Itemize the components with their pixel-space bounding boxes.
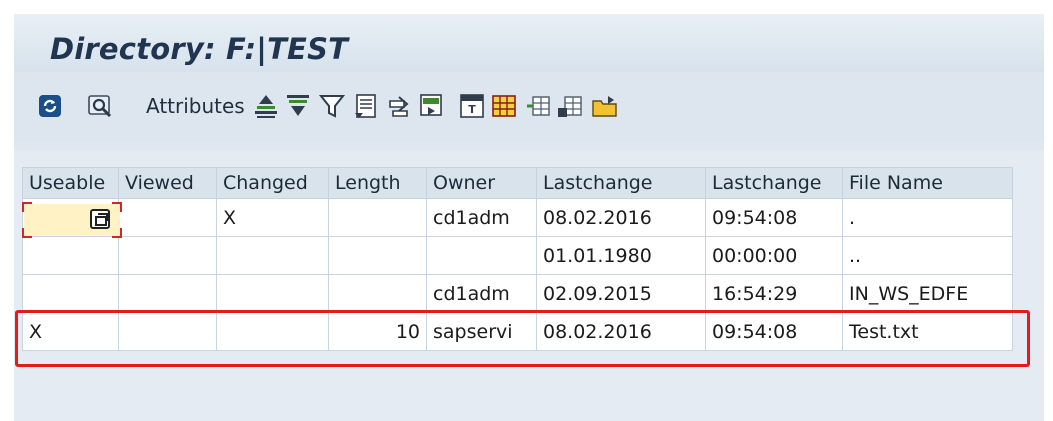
print-preview-button[interactable] bbox=[418, 92, 446, 120]
print-preview-icon bbox=[420, 94, 442, 116]
cell-changed[interactable] bbox=[216, 236, 329, 275]
cell-file-name[interactable]: . bbox=[842, 198, 1013, 237]
cell-file-name[interactable]: IN_WS_EDFE bbox=[842, 274, 1013, 313]
cell-file-name[interactable]: .. bbox=[842, 236, 1013, 275]
svg-text:T: T bbox=[468, 103, 476, 116]
cell-lastchange-date[interactable]: 08.02.2016 bbox=[536, 198, 706, 237]
column-header-changed[interactable]: Changed bbox=[216, 167, 329, 199]
change-layout-button[interactable] bbox=[524, 92, 552, 120]
column-header-lastchange-date[interactable]: Lastchange bbox=[536, 167, 706, 199]
column-header-useable[interactable]: Useable bbox=[22, 167, 119, 199]
table-header-row: Useable Viewed Changed Length Owner Last… bbox=[22, 167, 1013, 199]
select-layout-icon bbox=[492, 95, 516, 117]
select-layout-button[interactable] bbox=[490, 92, 518, 120]
cell-owner[interactable]: cd1adm bbox=[426, 198, 537, 237]
print-icon: T bbox=[460, 94, 484, 118]
cell-viewed[interactable] bbox=[118, 236, 217, 275]
save-layout-button[interactable] bbox=[556, 92, 584, 120]
cell-lastchange-date[interactable]: 02.09.2015 bbox=[536, 274, 706, 313]
cell-length[interactable] bbox=[328, 236, 427, 275]
cell-useable[interactable] bbox=[22, 236, 119, 275]
column-header-viewed[interactable]: Viewed bbox=[118, 167, 217, 199]
total-button[interactable] bbox=[352, 92, 380, 120]
value-help-icon[interactable] bbox=[90, 209, 110, 229]
change-layout-icon bbox=[527, 96, 550, 116]
cell-lastchange-time[interactable]: 00:00:00 bbox=[705, 236, 843, 275]
cell-owner[interactable]: cd1adm bbox=[426, 274, 537, 313]
useable-input-cell[interactable] bbox=[22, 202, 122, 238]
column-header-owner[interactable]: Owner bbox=[426, 167, 537, 199]
table-row[interactable]: cd1adm 02.09.2015 16:54:29 IN_WS_EDFE bbox=[22, 274, 1013, 313]
save-layout-icon bbox=[558, 96, 582, 117]
cell-useable[interactable] bbox=[22, 274, 119, 313]
filter-icon bbox=[319, 95, 345, 118]
window-title: Directory: F:|TEST bbox=[50, 32, 349, 66]
cell-owner[interactable] bbox=[426, 236, 537, 275]
refresh-button[interactable] bbox=[36, 92, 64, 120]
sort-ascending-button[interactable] bbox=[252, 92, 280, 120]
sort-descending-button[interactable] bbox=[284, 92, 312, 120]
total-icon bbox=[355, 94, 376, 118]
details-button[interactable] bbox=[86, 92, 114, 120]
column-header-file-name[interactable]: File Name bbox=[842, 167, 1013, 199]
cell-viewed[interactable] bbox=[118, 274, 217, 313]
cell-length[interactable] bbox=[328, 198, 427, 237]
cell-lastchange-time[interactable]: 09:54:08 bbox=[705, 198, 843, 237]
local-file-button[interactable] bbox=[590, 92, 620, 120]
cell-changed[interactable]: X bbox=[216, 198, 329, 237]
sort-descending-icon bbox=[287, 95, 309, 116]
column-header-length[interactable]: Length bbox=[328, 167, 427, 199]
attributes-button[interactable]: Attributes bbox=[146, 92, 245, 120]
table-row[interactable]: X cd1adm 08.02.2016 09:54:08 . bbox=[22, 198, 1013, 237]
details-icon bbox=[88, 95, 112, 118]
column-header-lastchange-time[interactable]: Lastchange bbox=[705, 167, 843, 199]
print-button[interactable]: T bbox=[458, 92, 486, 120]
cell-lastchange-date[interactable]: 01.01.1980 bbox=[536, 236, 706, 275]
cell-length[interactable] bbox=[328, 274, 427, 313]
export-icon bbox=[389, 96, 409, 117]
cell-changed[interactable] bbox=[216, 274, 329, 313]
local-file-icon bbox=[592, 96, 617, 117]
row-highlight-annotation bbox=[15, 310, 1030, 367]
export-button[interactable] bbox=[386, 92, 414, 120]
filter-button[interactable] bbox=[318, 92, 346, 120]
cell-viewed[interactable] bbox=[118, 198, 217, 237]
table-row[interactable]: 01.01.1980 00:00:00 .. bbox=[22, 236, 1013, 275]
cell-lastchange-time[interactable]: 16:54:29 bbox=[705, 274, 843, 313]
sort-ascending-icon bbox=[255, 95, 277, 118]
title-bar: Directory: F:|TEST bbox=[14, 14, 1044, 73]
refresh-icon bbox=[39, 95, 61, 117]
